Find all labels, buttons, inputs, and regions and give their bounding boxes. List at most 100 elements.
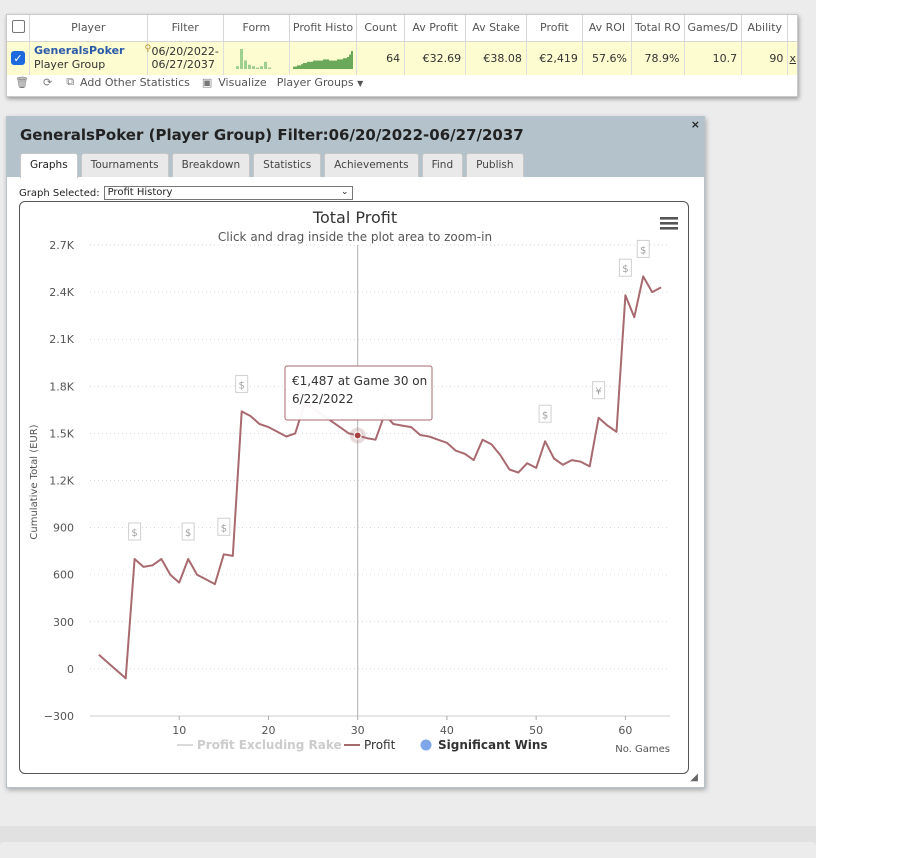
player-groups-label: Player Groups bbox=[276, 75, 354, 89]
av-stake-value: €38.08 bbox=[465, 41, 527, 75]
filter-end: 06/27/2037 bbox=[151, 58, 215, 71]
player-groups-dropdown[interactable]: Player Groups ▼ bbox=[277, 76, 364, 89]
significant-win-flag[interactable]: $ bbox=[618, 258, 632, 277]
col-profit[interactable]: Profit bbox=[526, 15, 583, 42]
tab-achievements[interactable]: Achievements bbox=[324, 153, 419, 177]
histo-bar bbox=[308, 61, 311, 69]
col-av-stake[interactable]: Av Stake bbox=[465, 15, 527, 42]
tab-tournaments[interactable]: Tournaments bbox=[80, 153, 169, 177]
close-icon[interactable]: × bbox=[691, 118, 700, 131]
legend-item-profit-excl-rake[interactable]: Profit Excluding Rake bbox=[177, 738, 342, 752]
col-total-roi[interactable]: Total RO bbox=[631, 15, 685, 42]
histo-bar bbox=[348, 54, 351, 69]
significant-win-flag[interactable]: $ bbox=[235, 374, 249, 393]
col-count[interactable]: Count bbox=[356, 15, 406, 42]
flag-label: $ bbox=[131, 528, 137, 539]
row-checkbox-cell[interactable]: ✓ bbox=[7, 41, 30, 75]
y-tick-label: 600 bbox=[53, 569, 74, 582]
col-av-profit[interactable]: Av Profit bbox=[404, 15, 467, 42]
histo-bar bbox=[296, 64, 299, 69]
player-type: Player Group bbox=[34, 58, 106, 71]
y-tick-label: 2.4K bbox=[49, 286, 74, 299]
flag-label: $ bbox=[622, 264, 628, 275]
refresh-icon[interactable]: ⟳ bbox=[43, 76, 52, 89]
form-bar bbox=[235, 65, 239, 69]
significant-win-flag[interactable]: $ bbox=[538, 404, 552, 423]
select-all-cell[interactable] bbox=[7, 15, 30, 42]
chart-subtitle: Click and drag inside the plot area to z… bbox=[218, 230, 492, 244]
histo-bar bbox=[336, 58, 339, 69]
select-all-checkbox[interactable] bbox=[11, 19, 25, 33]
chart-legend: Profit Excluding Rake Profit Significant W… bbox=[177, 738, 548, 752]
image-icon[interactable]: ▣ bbox=[202, 76, 212, 89]
form-bar bbox=[247, 64, 251, 69]
hover-point bbox=[353, 431, 362, 440]
av-roi-value: 57.6% bbox=[582, 41, 633, 75]
flag-label: $ bbox=[640, 245, 646, 256]
tab-breakdown[interactable]: Breakdown bbox=[171, 153, 251, 177]
form-bar bbox=[255, 67, 259, 69]
visualize-button[interactable]: Visualize bbox=[218, 76, 266, 89]
significant-win-flag[interactable]: $ bbox=[181, 522, 195, 541]
significant-win-flag[interactable]: $ bbox=[636, 239, 650, 258]
legend-label: Significant Wins bbox=[438, 738, 548, 752]
legend-swatch bbox=[420, 739, 432, 751]
form-bar bbox=[243, 59, 247, 69]
tab-find[interactable]: Find bbox=[421, 153, 464, 177]
significant-win-flag[interactable]: $ bbox=[128, 522, 142, 541]
row-checkbox[interactable]: ✓ bbox=[11, 51, 25, 65]
av-profit-value: €32.69 bbox=[404, 41, 467, 75]
tab-graphs[interactable]: Graphs bbox=[20, 153, 78, 178]
stats-header-row: Player Filter Form Profit Histo Count Av… bbox=[7, 15, 797, 42]
col-games-per-day[interactable]: Games/D bbox=[684, 15, 743, 42]
form-sparkline bbox=[235, 48, 271, 69]
filter-cell[interactable]: ⚲ 06/20/2022- 06/27/2037 bbox=[145, 41, 224, 75]
chevron-down-icon: ⌄ bbox=[341, 187, 349, 197]
graph-select-value: Profit History bbox=[107, 187, 173, 198]
profit-histo-sparkline bbox=[292, 50, 353, 69]
menu-bar bbox=[660, 222, 678, 225]
y-tick-label: 300 bbox=[53, 616, 74, 629]
histo-bar bbox=[322, 58, 325, 69]
significant-win-flag[interactable]: ¥ bbox=[592, 381, 606, 400]
legend-label: Profit bbox=[364, 738, 396, 752]
y-tick-label: 2.1K bbox=[49, 333, 74, 346]
add-stats-button[interactable]: Add Other Statistics bbox=[80, 76, 190, 89]
chart-menu-icon[interactable] bbox=[660, 217, 678, 230]
graph-window-title: GeneralsPoker (Player Group) Filter:06/2… bbox=[20, 126, 524, 144]
graph-window-header[interactable]: GeneralsPoker (Player Group) Filter:06/2… bbox=[7, 117, 704, 178]
col-player[interactable]: Player bbox=[29, 15, 148, 42]
remove-row-link[interactable]: x bbox=[787, 41, 797, 75]
col-form[interactable]: Form bbox=[223, 15, 290, 42]
add-stats-icon[interactable]: ⧉ bbox=[66, 75, 74, 89]
col-av-roi[interactable]: Av ROI bbox=[582, 15, 633, 42]
profit-chart[interactable]: Total Profit Click and drag inside the pl… bbox=[20, 202, 688, 773]
significant-win-flag[interactable]: $ bbox=[217, 517, 231, 536]
legend-item-significant-wins[interactable]: Significant Wins bbox=[420, 738, 548, 752]
table-row[interactable]: ✓ GeneralsPoker Player Group ⚲ 06/20/202… bbox=[7, 41, 797, 75]
chevron-down-icon: ▼ bbox=[357, 78, 364, 88]
y-axis-label: Cumulative Total (EUR) bbox=[29, 424, 40, 539]
col-filter[interactable]: Filter bbox=[147, 15, 224, 42]
histo-bar bbox=[338, 58, 341, 69]
profit-value: €2,419 bbox=[526, 41, 583, 75]
legend-item-profit[interactable]: Profit bbox=[344, 738, 396, 752]
trash-icon[interactable]: 🗑 bbox=[15, 76, 29, 89]
tab-statistics[interactable]: Statistics bbox=[253, 153, 322, 177]
player-cell[interactable]: GeneralsPoker Player Group bbox=[29, 41, 148, 75]
histo-bar bbox=[330, 60, 333, 69]
flag-label: $ bbox=[221, 523, 227, 534]
y-tick-label: 1.8K bbox=[49, 380, 74, 393]
flag-label: $ bbox=[542, 410, 548, 421]
resize-handle-icon[interactable]: ◢ bbox=[690, 772, 698, 783]
tab-publish[interactable]: Publish bbox=[466, 153, 524, 177]
col-ability[interactable]: Ability bbox=[741, 15, 789, 42]
histo-bar bbox=[328, 60, 331, 69]
y-tick-label: 1.2K bbox=[49, 475, 74, 488]
form-bar bbox=[263, 61, 267, 69]
col-profit-histo[interactable]: Profit Histo bbox=[289, 15, 358, 42]
flag-label: $ bbox=[239, 380, 245, 391]
graph-select-dropdown[interactable]: Profit History ⌄ bbox=[103, 186, 353, 200]
histo-bar bbox=[294, 66, 297, 69]
player-name-link[interactable]: GeneralsPoker bbox=[34, 44, 143, 58]
